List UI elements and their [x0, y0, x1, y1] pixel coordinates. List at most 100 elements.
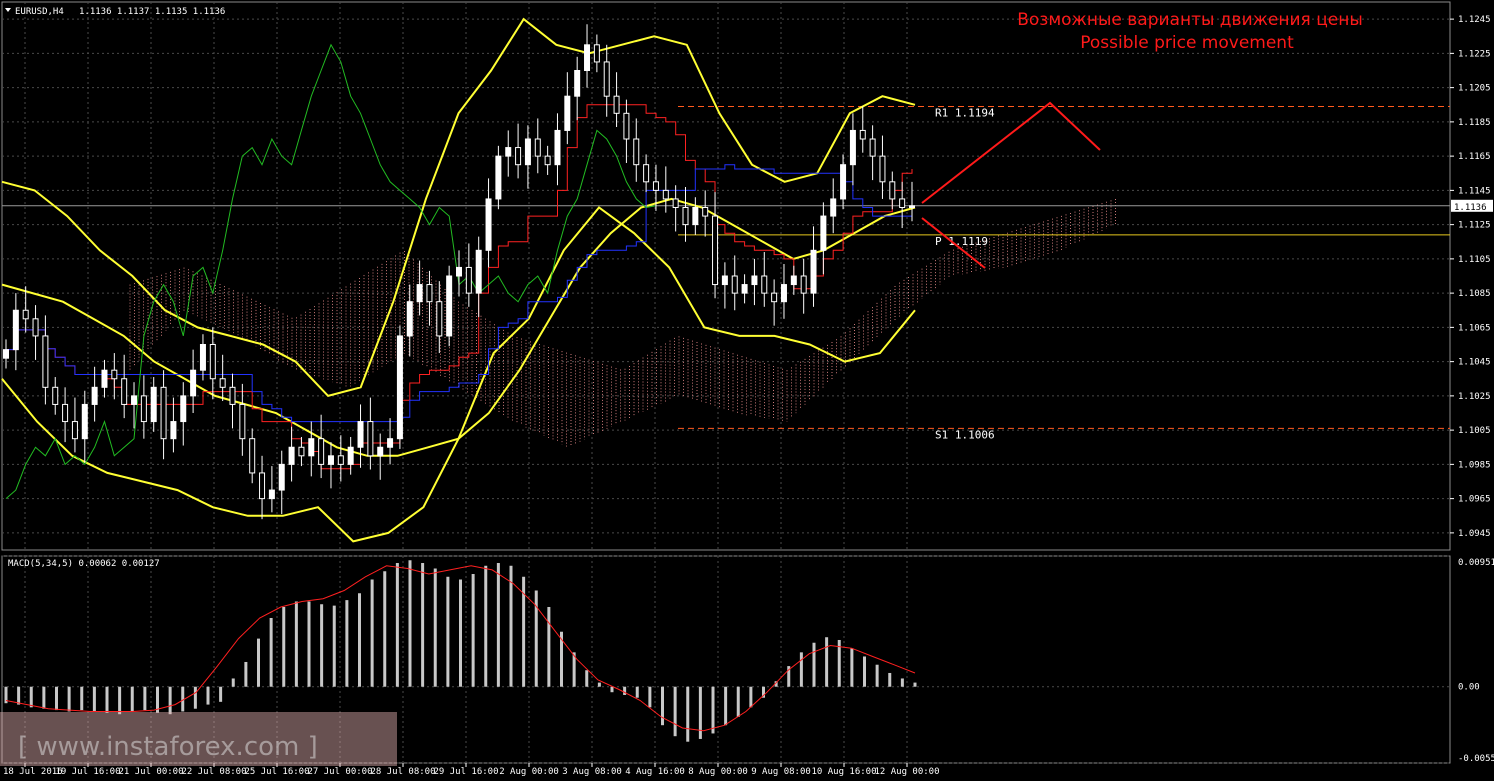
candle-body	[298, 446, 305, 457]
macd-bar	[421, 563, 425, 687]
y-tick-label: 1.1065	[1458, 323, 1491, 333]
macd-bar	[80, 686, 84, 711]
macd-bar	[219, 686, 223, 702]
macd-bar	[257, 638, 260, 687]
candle-body	[62, 403, 69, 423]
candle-body	[800, 275, 807, 294]
candle-body	[485, 198, 492, 251]
candle-body	[790, 275, 797, 286]
macd-bar	[648, 686, 652, 708]
candle-body	[416, 284, 423, 303]
x-tick-label: 8 Aug 00:00	[688, 767, 748, 777]
macd-bar	[749, 686, 753, 708]
candle-body	[623, 112, 630, 140]
annotation-line-1: Возможные варианты движения цены	[1017, 10, 1363, 30]
x-tick-label: 4 Aug 16:00	[625, 767, 685, 777]
macd-bar	[67, 686, 71, 712]
macd-bar	[850, 648, 854, 687]
pivot-label-s1: S1 1.1006	[935, 428, 995, 441]
candle-body	[357, 421, 364, 448]
candle-body	[771, 292, 778, 303]
candle-body	[91, 386, 98, 405]
macd-bar	[446, 576, 450, 687]
y-tick-label: 1.1105	[1458, 255, 1491, 265]
candle-body	[396, 335, 403, 440]
ohlc-label: 1.1136 1.1137 1.1135 1.1136	[79, 7, 225, 17]
y-tick-label: 1.0945	[1458, 529, 1491, 539]
candle-body	[426, 284, 433, 303]
pivot-label-p: P 1.1119	[935, 235, 988, 248]
candle-body	[3, 349, 9, 359]
current-price-label: 1.1136	[1454, 203, 1487, 213]
macd-bar	[358, 593, 361, 687]
candle-body	[859, 129, 866, 140]
candle-body	[574, 70, 581, 97]
candle-body	[180, 395, 187, 423]
y-tick-label: 1.0985	[1458, 460, 1491, 470]
y-tick-label: 1.1085	[1458, 289, 1491, 299]
macd-bar	[193, 686, 197, 709]
macd-bar	[585, 670, 589, 687]
macd-bar	[269, 617, 273, 687]
macd-bar	[635, 686, 639, 698]
candle-body	[524, 138, 531, 166]
candle-body	[869, 138, 876, 157]
macd-bar	[282, 606, 286, 687]
macd-label: MACD(5,34,5) 0.00062 0.00127	[8, 559, 160, 569]
macd-bar	[143, 686, 147, 711]
macd-bar	[206, 686, 210, 705]
macd-bar	[547, 606, 551, 687]
y-tick-label: 1.1005	[1458, 426, 1491, 436]
candle-body	[347, 446, 354, 465]
candle-body	[613, 95, 620, 114]
price-chart[interactable]: R1 1.1194 P 1.1119 S1 1.1006 1.1245 1.1225 1…	[0, 0, 1494, 781]
macd-bar	[307, 601, 311, 687]
candle-body	[436, 301, 443, 337]
macd-bar	[863, 656, 866, 687]
macd-bar	[875, 664, 879, 687]
candle-body	[131, 395, 138, 405]
y-tick-label: 1.1045	[1458, 358, 1491, 368]
candle-body	[278, 463, 285, 491]
candle-body	[515, 147, 522, 166]
candle-body	[12, 309, 19, 351]
macd-bar	[244, 661, 248, 687]
candle-body	[899, 198, 906, 208]
candle-body	[32, 318, 39, 337]
candle-body	[780, 284, 787, 303]
candle-body	[199, 344, 206, 371]
macd-bar	[42, 686, 46, 709]
x-tick-label: 9 Aug 08:00	[751, 767, 811, 777]
macd-bar	[812, 642, 816, 687]
candle-body	[712, 215, 719, 286]
macd-bar	[231, 678, 235, 687]
macd-bar	[597, 682, 601, 687]
candle-body	[387, 438, 394, 448]
y-tick-label: 1.1025	[1458, 392, 1491, 402]
candle-body	[81, 403, 88, 440]
candle-body	[121, 378, 128, 405]
x-tick-label: 25 Jul 16:00	[244, 767, 309, 777]
macd-bar	[332, 605, 336, 687]
macd-bar	[686, 686, 690, 742]
x-tick-label: 12 Aug 00:00	[874, 767, 939, 777]
candle-body	[229, 386, 236, 405]
macd-bar	[130, 686, 134, 712]
candle-body	[840, 164, 847, 200]
candle-body	[160, 386, 167, 440]
symbol-label: EURUSD,H4	[15, 7, 64, 17]
candle-body	[830, 198, 837, 217]
macd-bar	[724, 686, 728, 726]
candle-body	[643, 164, 650, 183]
macd-bar	[496, 563, 500, 687]
candle-body	[505, 147, 512, 157]
macd-bar	[345, 600, 349, 687]
candle-body	[446, 275, 453, 337]
candle-body	[239, 403, 246, 440]
candle-body	[584, 44, 591, 71]
x-tick-label: 21 Jul 00:00	[118, 767, 183, 777]
candle-body	[909, 205, 915, 209]
candle-body	[190, 369, 197, 397]
chart-background	[0, 0, 1494, 781]
candle-body	[662, 189, 669, 200]
